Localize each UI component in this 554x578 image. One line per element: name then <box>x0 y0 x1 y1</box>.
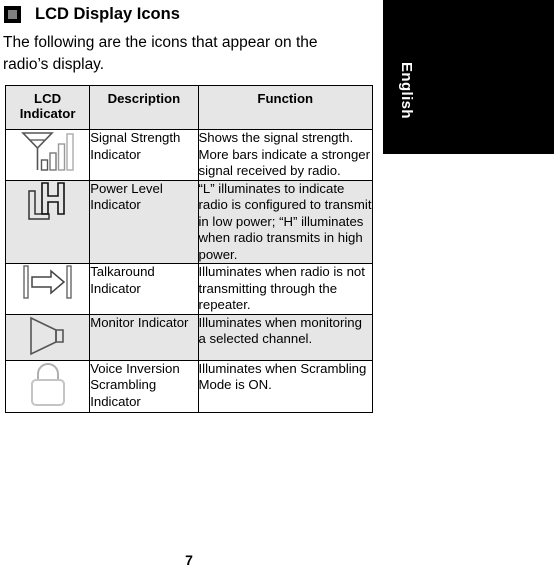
intro-paragraph: The following are the icons that appear … <box>3 34 318 73</box>
cell-description: Signal Strength Indicator <box>89 129 199 181</box>
cell-description: Voice Inversion Scrambling Indicator <box>89 359 199 413</box>
cell-function: Illuminates when monitoring a selected c… <box>197 313 373 361</box>
signal-strength-icon <box>20 130 75 172</box>
square-bullet-icon <box>4 6 21 23</box>
page-number: 7 <box>185 552 193 568</box>
cell-icon <box>4 179 91 264</box>
cell-description: Monitor Indicator <box>89 313 199 361</box>
cell-function: Illuminates when radio is not transmitti… <box>197 263 373 315</box>
cell-icon <box>4 263 91 315</box>
language-tab-label: English <box>398 62 415 119</box>
language-tab: English <box>383 0 554 154</box>
cell-description: Power Level Indicator <box>89 179 199 264</box>
lcd-icons-table: LCD Indicator Description Function Signa… <box>4 85 373 413</box>
cell-description: Talkaround Indicator <box>89 263 199 315</box>
table-header-row: LCD Indicator Description Function <box>4 85 373 130</box>
column-header-function: Function <box>197 85 373 130</box>
cell-icon <box>4 129 91 181</box>
monitor-speaker-icon <box>25 315 71 357</box>
table-row: Voice Inversion Scrambling Indicator Ill… <box>4 359 373 413</box>
cell-icon <box>4 359 91 413</box>
cell-function: “L” illuminates to indicate radio is con… <box>197 179 373 264</box>
section-heading: LCD Display Icons <box>0 0 378 24</box>
column-header-lcd-indicator: LCD Indicator <box>4 85 91 130</box>
column-header-description: Description <box>89 85 199 130</box>
table-row: Power Level Indicator “L” illuminates to… <box>4 179 373 264</box>
cell-function: Shows the signal strength. More bars ind… <box>197 129 373 181</box>
cell-function: Illuminates when Scrambling Mode is ON. <box>197 359 373 413</box>
talkaround-arrow-icon <box>21 264 75 300</box>
page-content: LCD Display Icons The following are the … <box>0 0 378 568</box>
table-row: Monitor Indicator Illuminates when monit… <box>4 313 373 361</box>
voice-inversion-lock-icon <box>26 361 70 409</box>
table-row: Talkaround Indicator Illuminates when ra… <box>4 263 373 315</box>
table-row: Signal Strength Indicator Shows the sign… <box>4 129 373 181</box>
power-level-lh-icon <box>25 181 71 221</box>
cell-icon <box>4 313 91 361</box>
page-title: LCD Display Icons <box>35 5 180 23</box>
